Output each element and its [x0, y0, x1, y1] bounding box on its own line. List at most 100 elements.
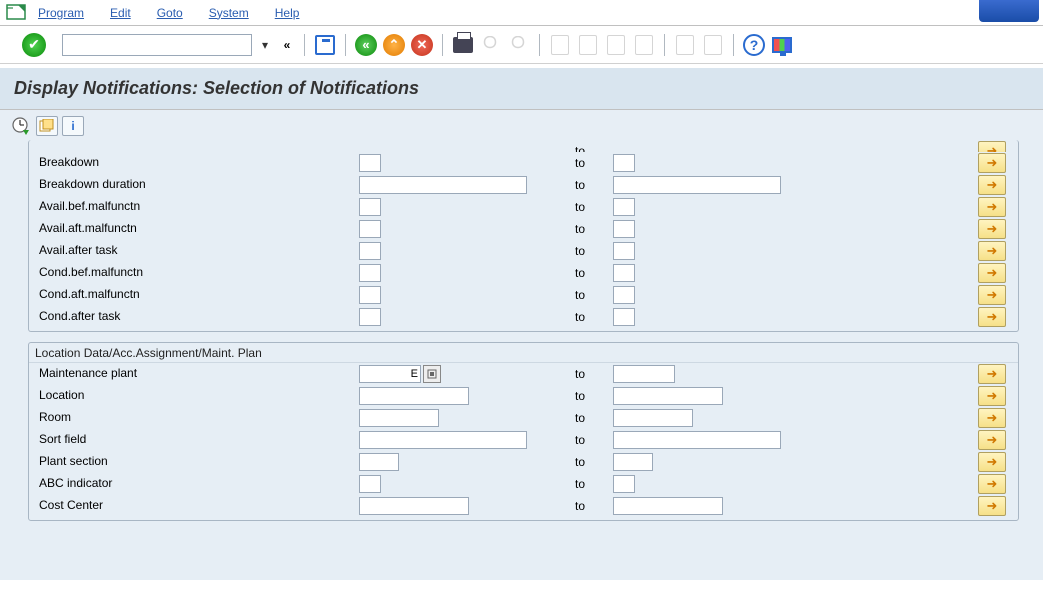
- toolbar-collapse[interactable]: «: [278, 34, 296, 56]
- layout-button[interactable]: [770, 33, 794, 57]
- sap-window-icon[interactable]: [6, 4, 28, 22]
- cond-bef-low[interactable]: [359, 264, 381, 282]
- multiple-selection-button[interactable]: ➜: [978, 197, 1006, 217]
- find-next-icon: [510, 36, 528, 54]
- next-page-button: [604, 33, 628, 57]
- multiple-selection-button[interactable]: ➜: [978, 219, 1006, 239]
- avail-bef-high[interactable]: [613, 198, 635, 216]
- window-controls[interactable]: [979, 0, 1039, 22]
- avail-aft-low[interactable]: [359, 220, 381, 238]
- room-low[interactable]: [359, 409, 439, 427]
- f4-help-button[interactable]: [423, 365, 441, 383]
- breakdown-duration-high[interactable]: [613, 176, 781, 194]
- multiple-selection-button[interactable]: ➜: [978, 496, 1006, 516]
- menu-help-label: Help: [275, 6, 300, 20]
- command-dropdown[interactable]: ▾: [256, 34, 274, 56]
- multiple-selection-button[interactable]: ➜: [978, 153, 1006, 173]
- separator: [664, 34, 665, 56]
- plant-section-high[interactable]: [613, 453, 653, 471]
- back-icon: «: [355, 34, 377, 56]
- menu-goto-label: Goto: [157, 6, 183, 20]
- cond-task-high[interactable]: [613, 308, 635, 326]
- selection-row: Cost Center to ➜: [29, 495, 1018, 517]
- multiple-selection-button[interactable]: ➜: [978, 241, 1006, 261]
- page-title-strip: Display Notifications: Selection of Noti…: [0, 68, 1043, 110]
- cost-center-low[interactable]: [359, 497, 469, 515]
- save-button[interactable]: [313, 33, 337, 57]
- help-button[interactable]: ?: [742, 33, 766, 57]
- field-label: ABC indicator: [29, 473, 359, 495]
- new-session-button: [673, 33, 697, 57]
- multiple-selection-button[interactable]: ➜: [978, 386, 1006, 406]
- multiple-selection-button[interactable]: ➜: [978, 175, 1006, 195]
- multiple-selection-button[interactable]: ➜: [978, 408, 1006, 428]
- execute-button[interactable]: [10, 116, 32, 136]
- menu-system[interactable]: System: [209, 6, 249, 20]
- selection-row: Location to ➜: [29, 385, 1018, 407]
- multiple-selection-button[interactable]: ➜: [978, 364, 1006, 384]
- avail-task-high[interactable]: [613, 242, 635, 260]
- menu-help[interactable]: Help: [275, 6, 300, 20]
- variant-button[interactable]: [36, 116, 58, 136]
- print-button[interactable]: [451, 33, 475, 57]
- print-icon: [453, 37, 473, 53]
- avail-task-low[interactable]: [359, 242, 381, 260]
- menu-goto[interactable]: Goto: [157, 6, 183, 20]
- multiple-selection-button[interactable]: ➜: [978, 452, 1006, 472]
- field-label: Breakdown duration: [29, 174, 359, 196]
- cost-center-high[interactable]: [613, 497, 723, 515]
- breakdown-low[interactable]: [359, 154, 381, 172]
- back-button[interactable]: «: [354, 33, 378, 57]
- room-high[interactable]: [613, 409, 693, 427]
- command-field[interactable]: [62, 34, 252, 56]
- field-label: Cond.aft.malfunctn: [29, 284, 359, 306]
- last-page-button: [632, 33, 656, 57]
- cond-task-low[interactable]: [359, 308, 381, 326]
- multiple-selection-button[interactable]: ➜: [978, 474, 1006, 494]
- page-title: Display Notifications: Selection of Noti…: [14, 78, 419, 98]
- avail-aft-high[interactable]: [613, 220, 635, 238]
- plant-section-low[interactable]: [359, 453, 399, 471]
- menu-program-label: Program: [38, 6, 84, 20]
- field-label: Sort field: [29, 429, 359, 451]
- cond-bef-high[interactable]: [613, 264, 635, 282]
- selection-row: Cond.bef.malfunctn to ➜: [29, 262, 1018, 284]
- avail-bef-low[interactable]: [359, 198, 381, 216]
- field-label: [29, 140, 359, 152]
- multiple-selection-button[interactable]: ➜: [978, 141, 1006, 152]
- sort-field-low[interactable]: [359, 431, 527, 449]
- menu-edit[interactable]: Edit: [110, 6, 131, 20]
- f4-icon: [427, 369, 437, 379]
- page-icon: [607, 35, 625, 55]
- multiple-selection-button[interactable]: ➜: [978, 430, 1006, 450]
- abc-indicator-high[interactable]: [613, 475, 635, 493]
- selection-row: Room to ➜: [29, 407, 1018, 429]
- maintenance-plant-high[interactable]: [613, 365, 675, 383]
- sort-field-high[interactable]: [613, 431, 781, 449]
- location-high[interactable]: [613, 387, 723, 405]
- variant-icon: [39, 119, 55, 133]
- abc-indicator-low[interactable]: [359, 475, 381, 493]
- separator: [539, 34, 540, 56]
- page-icon: [551, 35, 569, 55]
- separator: [345, 34, 346, 56]
- exit-button[interactable]: ⌃: [382, 33, 406, 57]
- breakdown-high[interactable]: [613, 154, 635, 172]
- multiple-selection-button[interactable]: ➜: [978, 285, 1006, 305]
- multiple-selection-button[interactable]: ➜: [978, 307, 1006, 327]
- maintenance-plant-low[interactable]: [359, 365, 421, 383]
- info-button[interactable]: i: [62, 116, 84, 136]
- group-header: Location Data/Acc.Assignment/Maint. Plan: [29, 343, 1018, 363]
- location-low[interactable]: [359, 387, 469, 405]
- breakdown-duration-low[interactable]: [359, 176, 527, 194]
- enter-button[interactable]: ✔: [22, 33, 46, 57]
- separator: [442, 34, 443, 56]
- to-label: to: [573, 288, 613, 302]
- menu-program[interactable]: Program: [38, 6, 84, 20]
- selection-row: Cond.after task to ➜: [29, 306, 1018, 328]
- menu-bar: Program Edit Goto System Help: [0, 0, 1043, 26]
- cond-aft-high[interactable]: [613, 286, 635, 304]
- cond-aft-low[interactable]: [359, 286, 381, 304]
- cancel-button[interactable]: ✕: [410, 33, 434, 57]
- multiple-selection-button[interactable]: ➜: [978, 263, 1006, 283]
